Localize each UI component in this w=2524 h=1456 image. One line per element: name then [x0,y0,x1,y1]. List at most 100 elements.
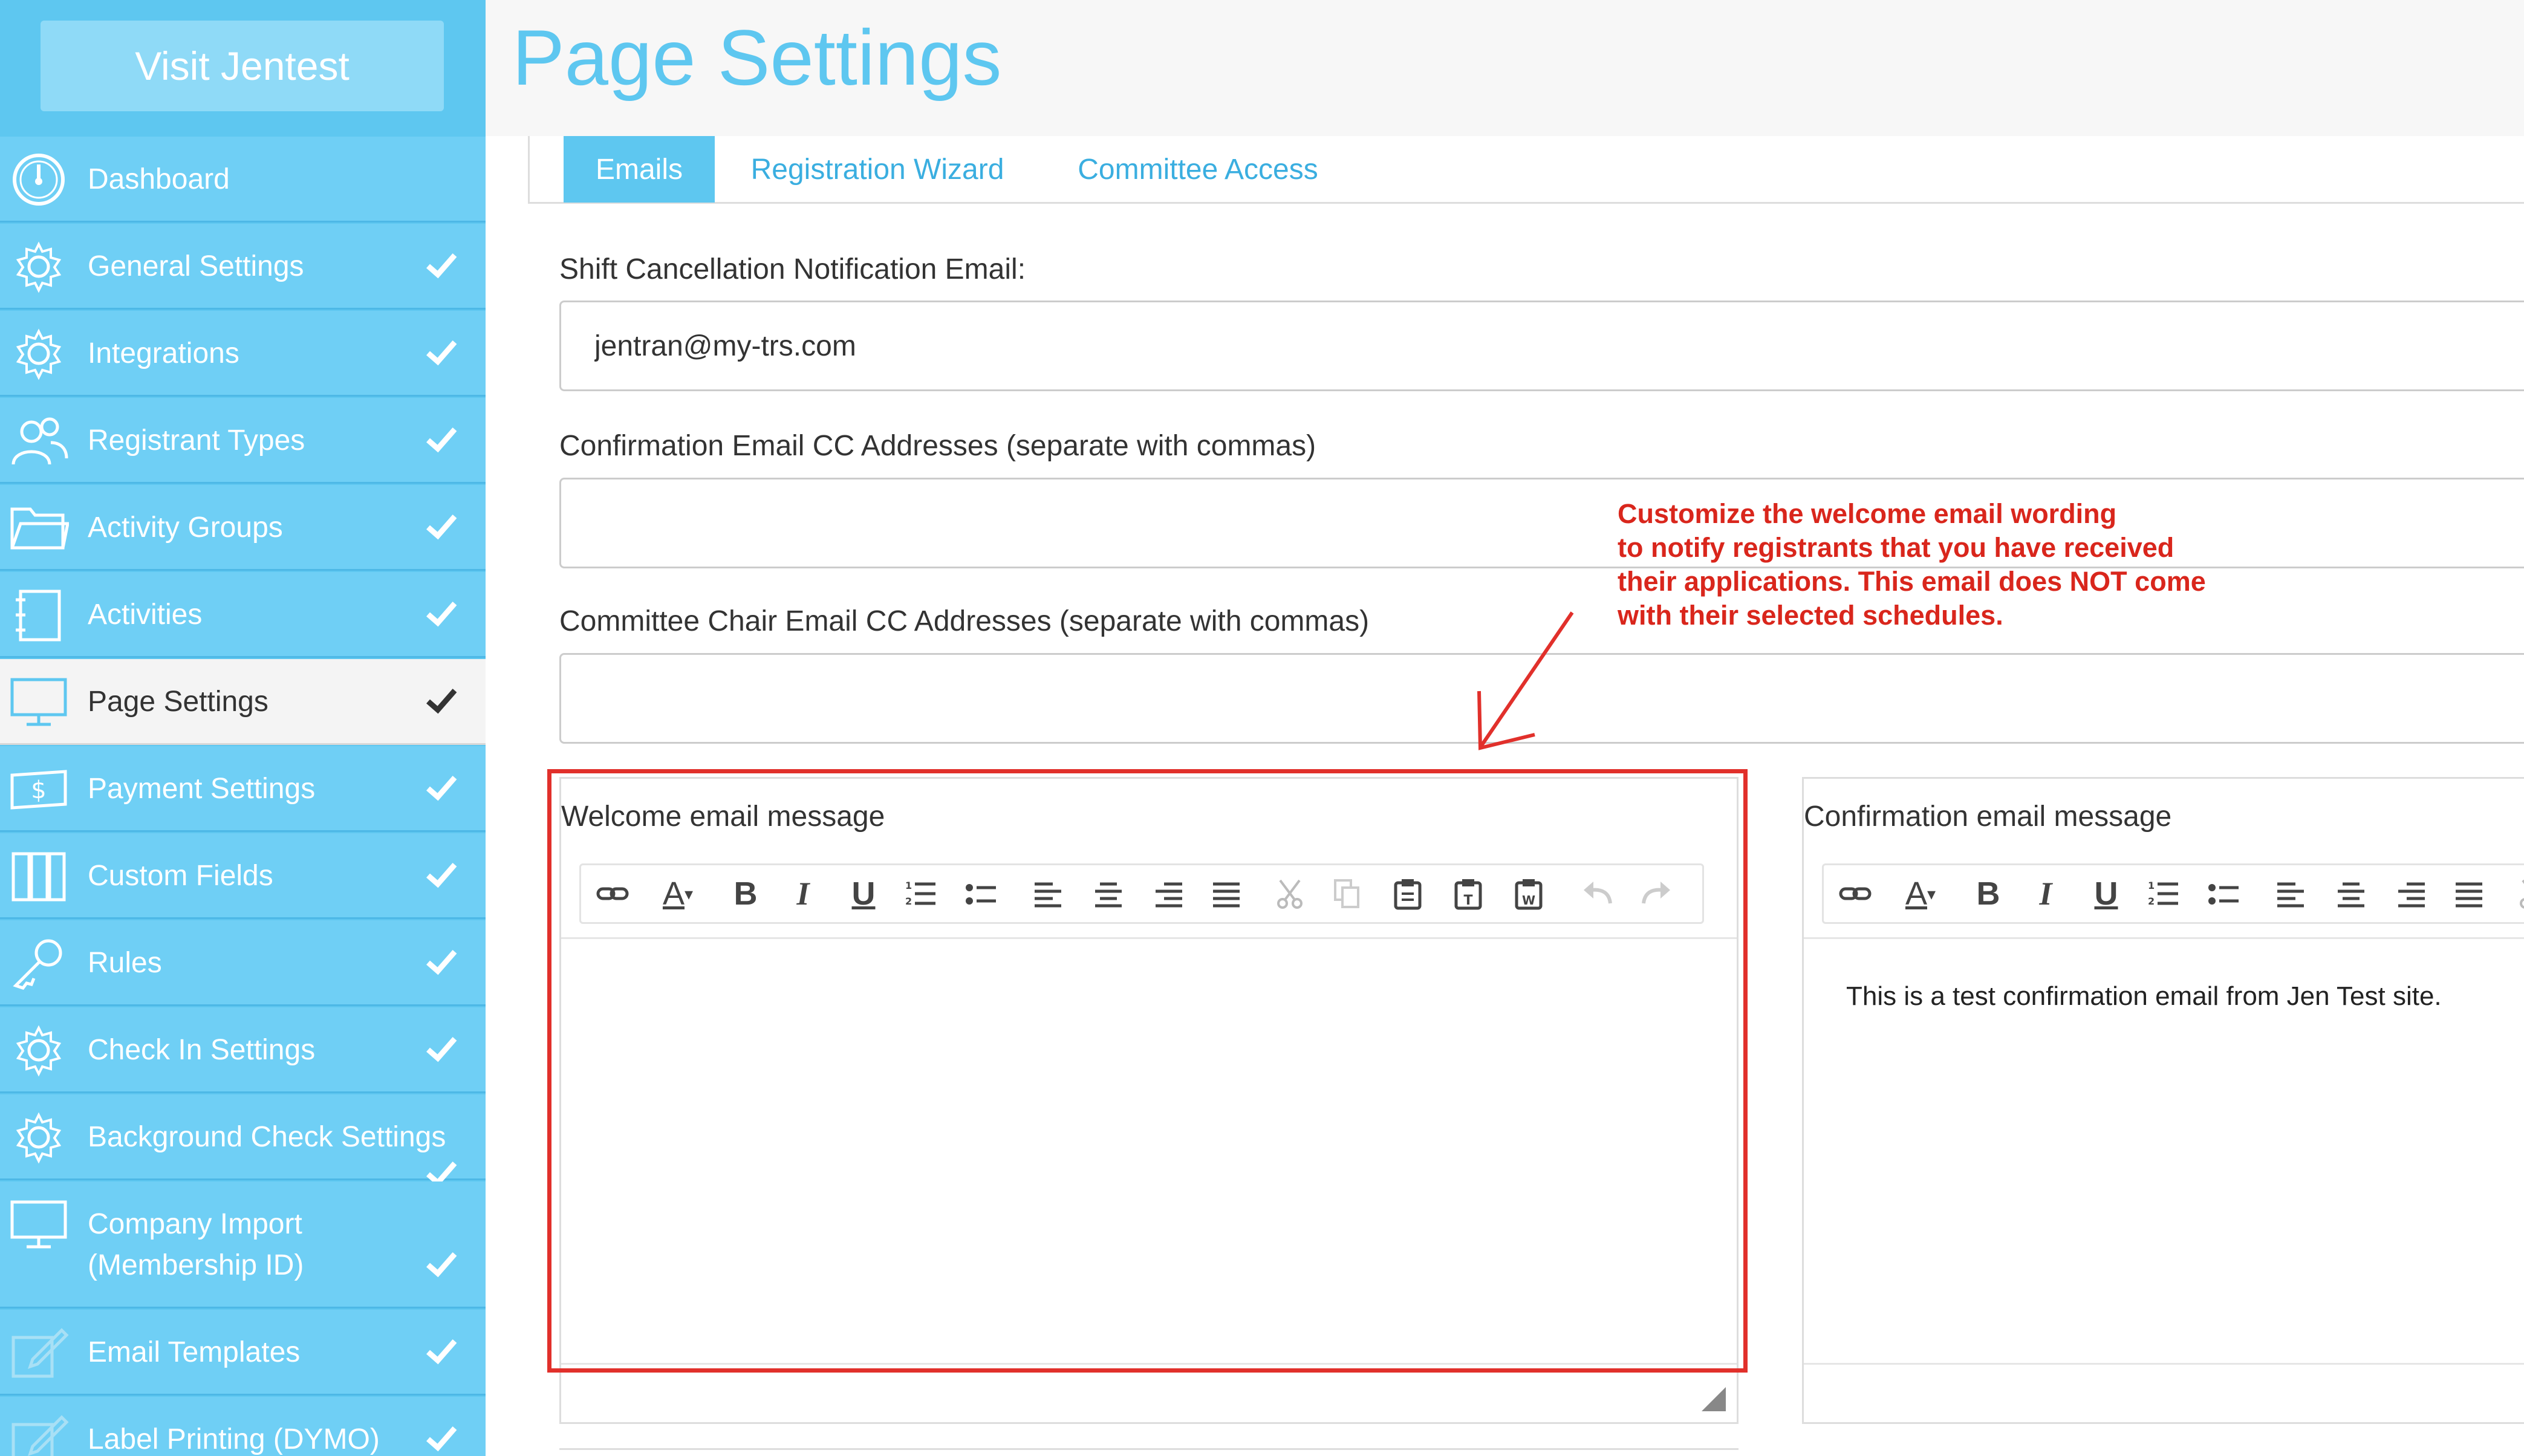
ordered-list-icon[interactable]: 12 [2138,865,2189,922]
sidebar-item-label: Background Check Settings [88,1121,446,1153]
sidebar-item-label: General Settings [88,250,304,282]
gear-icon [16,1025,62,1077]
highlight-box [547,769,1748,1373]
visit-site-button[interactable]: Visit Jentest [41,21,444,111]
check-icon [426,515,457,540]
annotation-arrow-icon [1477,611,1574,750]
users-icon [11,417,68,465]
sidebar-item-label: Custom Fields [88,860,273,892]
check-icon [426,253,457,279]
app-root: Visit Jentest Dashboard General Settings [0,0,2524,1456]
check-icon [426,602,457,627]
font-color-glyph: A [1905,876,1927,912]
confirmation-email-textarea[interactable]: This is a test confirmation email from J… [1804,937,2524,1365]
sidebar-item-label: Label Printing (DYMO) [88,1423,380,1455]
sidebar-item-check-in-settings[interactable]: Check In Settings [0,1007,486,1093]
check-icon [426,1426,457,1452]
sidebar: Visit Jentest Dashboard General Settings [0,0,486,1456]
check-icon [426,689,457,714]
shift-cancel-label: Shift Cancellation Notification Email: [559,253,1026,285]
link-icon[interactable] [1830,865,1881,922]
gear-icon [16,241,62,293]
sidebar-item-label: Company Import (Membership ID) [88,1208,304,1281]
check-icon [426,776,457,801]
check-icon [426,863,457,888]
resize-grip-icon[interactable] [1702,1387,1726,1411]
tab-bar: Emails Registration Wizard Committee Acc… [528,136,2524,204]
confirmation-email-body: This is a test confirmation email from J… [1846,981,2442,1011]
sidebar-item-integrations[interactable]: Integrations [0,311,486,397]
align-left-icon[interactable] [2265,865,2316,922]
sidebar-item-email-templates[interactable]: Email Templates [0,1310,486,1396]
cut-icon[interactable] [2507,865,2524,922]
confirmation-cc-label: Confirmation Email CC Addresses (separat… [559,430,1316,462]
sidebar-item-label: Payment Settings [88,773,316,805]
sidebar-item-label: Activities [88,599,203,631]
sidebar-item-label: Page Settings [88,686,268,718]
annotation-line: their applications. This email does NOT … [1618,566,2206,597]
unordered-list-icon[interactable] [2199,865,2249,922]
divider [559,1448,1739,1456]
sidebar-item-dashboard[interactable]: Dashboard [0,137,486,223]
columns-icon [11,852,66,902]
underline-icon[interactable]: U [2081,865,2132,922]
page-title: Page Settings [512,13,1002,102]
check-icon [426,427,457,453]
sidebar-item-custom-fields[interactable]: Custom Fields [0,833,486,919]
sidebar-item-activities[interactable]: Activities [0,572,486,658]
monitor-icon [10,1200,67,1249]
sidebar-item-label: Activity Groups [88,512,283,544]
check-icon [426,340,457,366]
check-icon [426,1339,457,1365]
sidebar-item-background-check-settings[interactable]: Background Check Settings [0,1094,486,1187]
annotation-line: Customize the welcome email wording [1618,498,2117,529]
annotation-line: to notify registrants that you have rece… [1618,532,2174,563]
page-header: Page Settings [486,0,2524,136]
tab-emails[interactable]: Emails [564,136,715,203]
sidebar-item-label: Registrant Types [88,424,305,457]
editor-toolbar: A ▾ B I U 12 [1822,863,2524,924]
confirmation-email-label: Confirmation email message [1804,801,2172,833]
align-justify-icon[interactable] [2444,865,2494,922]
sidebar-item-company-import[interactable]: Company Import (Membership ID) [0,1181,486,1308]
svg-text:1: 1 [2148,880,2155,891]
sidebar-item-label: Integrations [88,337,239,369]
sidebar-item-page-settings[interactable]: Page Settings [0,659,486,745]
check-icon [426,1037,457,1062]
sidebar-item-label-printing[interactable]: Label Printing (DYMO) [0,1397,486,1456]
sidebar-item-label: Check In Settings [88,1034,316,1066]
sidebar-item-payment-settings[interactable]: $ Payment Settings [0,746,486,832]
notebook-icon [16,590,61,642]
svg-text:$: $ [31,776,46,804]
gear-icon [16,328,62,380]
svg-text:2: 2 [2148,895,2155,907]
align-center-icon[interactable] [2326,865,2376,922]
sidebar-item-activity-groups[interactable]: Activity Groups [0,485,486,571]
key-icon [13,939,62,990]
shift-cancel-email-input[interactable] [559,301,2524,391]
sidebar-item-general-settings[interactable]: General Settings [0,224,486,310]
money-icon: $ [10,770,67,810]
sidebar-item-registrant-types[interactable]: Registrant Types [0,398,486,484]
sidebar-item-rules[interactable]: Rules [0,920,486,1006]
confirmation-email-editor: Confirmation email message A▾ B I U 12 [1802,777,2524,1424]
sidebar-item-label: Email Templates [88,1336,301,1368]
pencil-icon [11,1328,69,1378]
committee-cc-label: Committee Chair Email CC Addresses (sepa… [559,605,1370,637]
sidebar-item-label: Dashboard [88,163,230,195]
monitor-icon [10,678,67,726]
check-icon [426,1252,457,1278]
bold-icon[interactable]: B [1963,865,2014,922]
font-color-icon[interactable]: A ▾ [1887,865,1954,922]
check-icon [426,950,457,975]
annotation-callout: Customize the welcome email wording to n… [1618,497,2343,632]
pencil-icon [11,1415,69,1456]
sidebar-item-label: Rules [88,947,162,979]
annotation-line: with their selected schedules. [1618,600,2003,631]
tab-committee-access[interactable]: Committee Access [1062,136,1334,203]
align-right-icon[interactable] [2386,865,2437,922]
italic-icon[interactable]: I [2020,865,2071,922]
dashboard-icon [13,154,65,206]
tab-registration-wizard[interactable]: Registration Wizard [735,136,1020,203]
gear-icon [16,1112,62,1164]
